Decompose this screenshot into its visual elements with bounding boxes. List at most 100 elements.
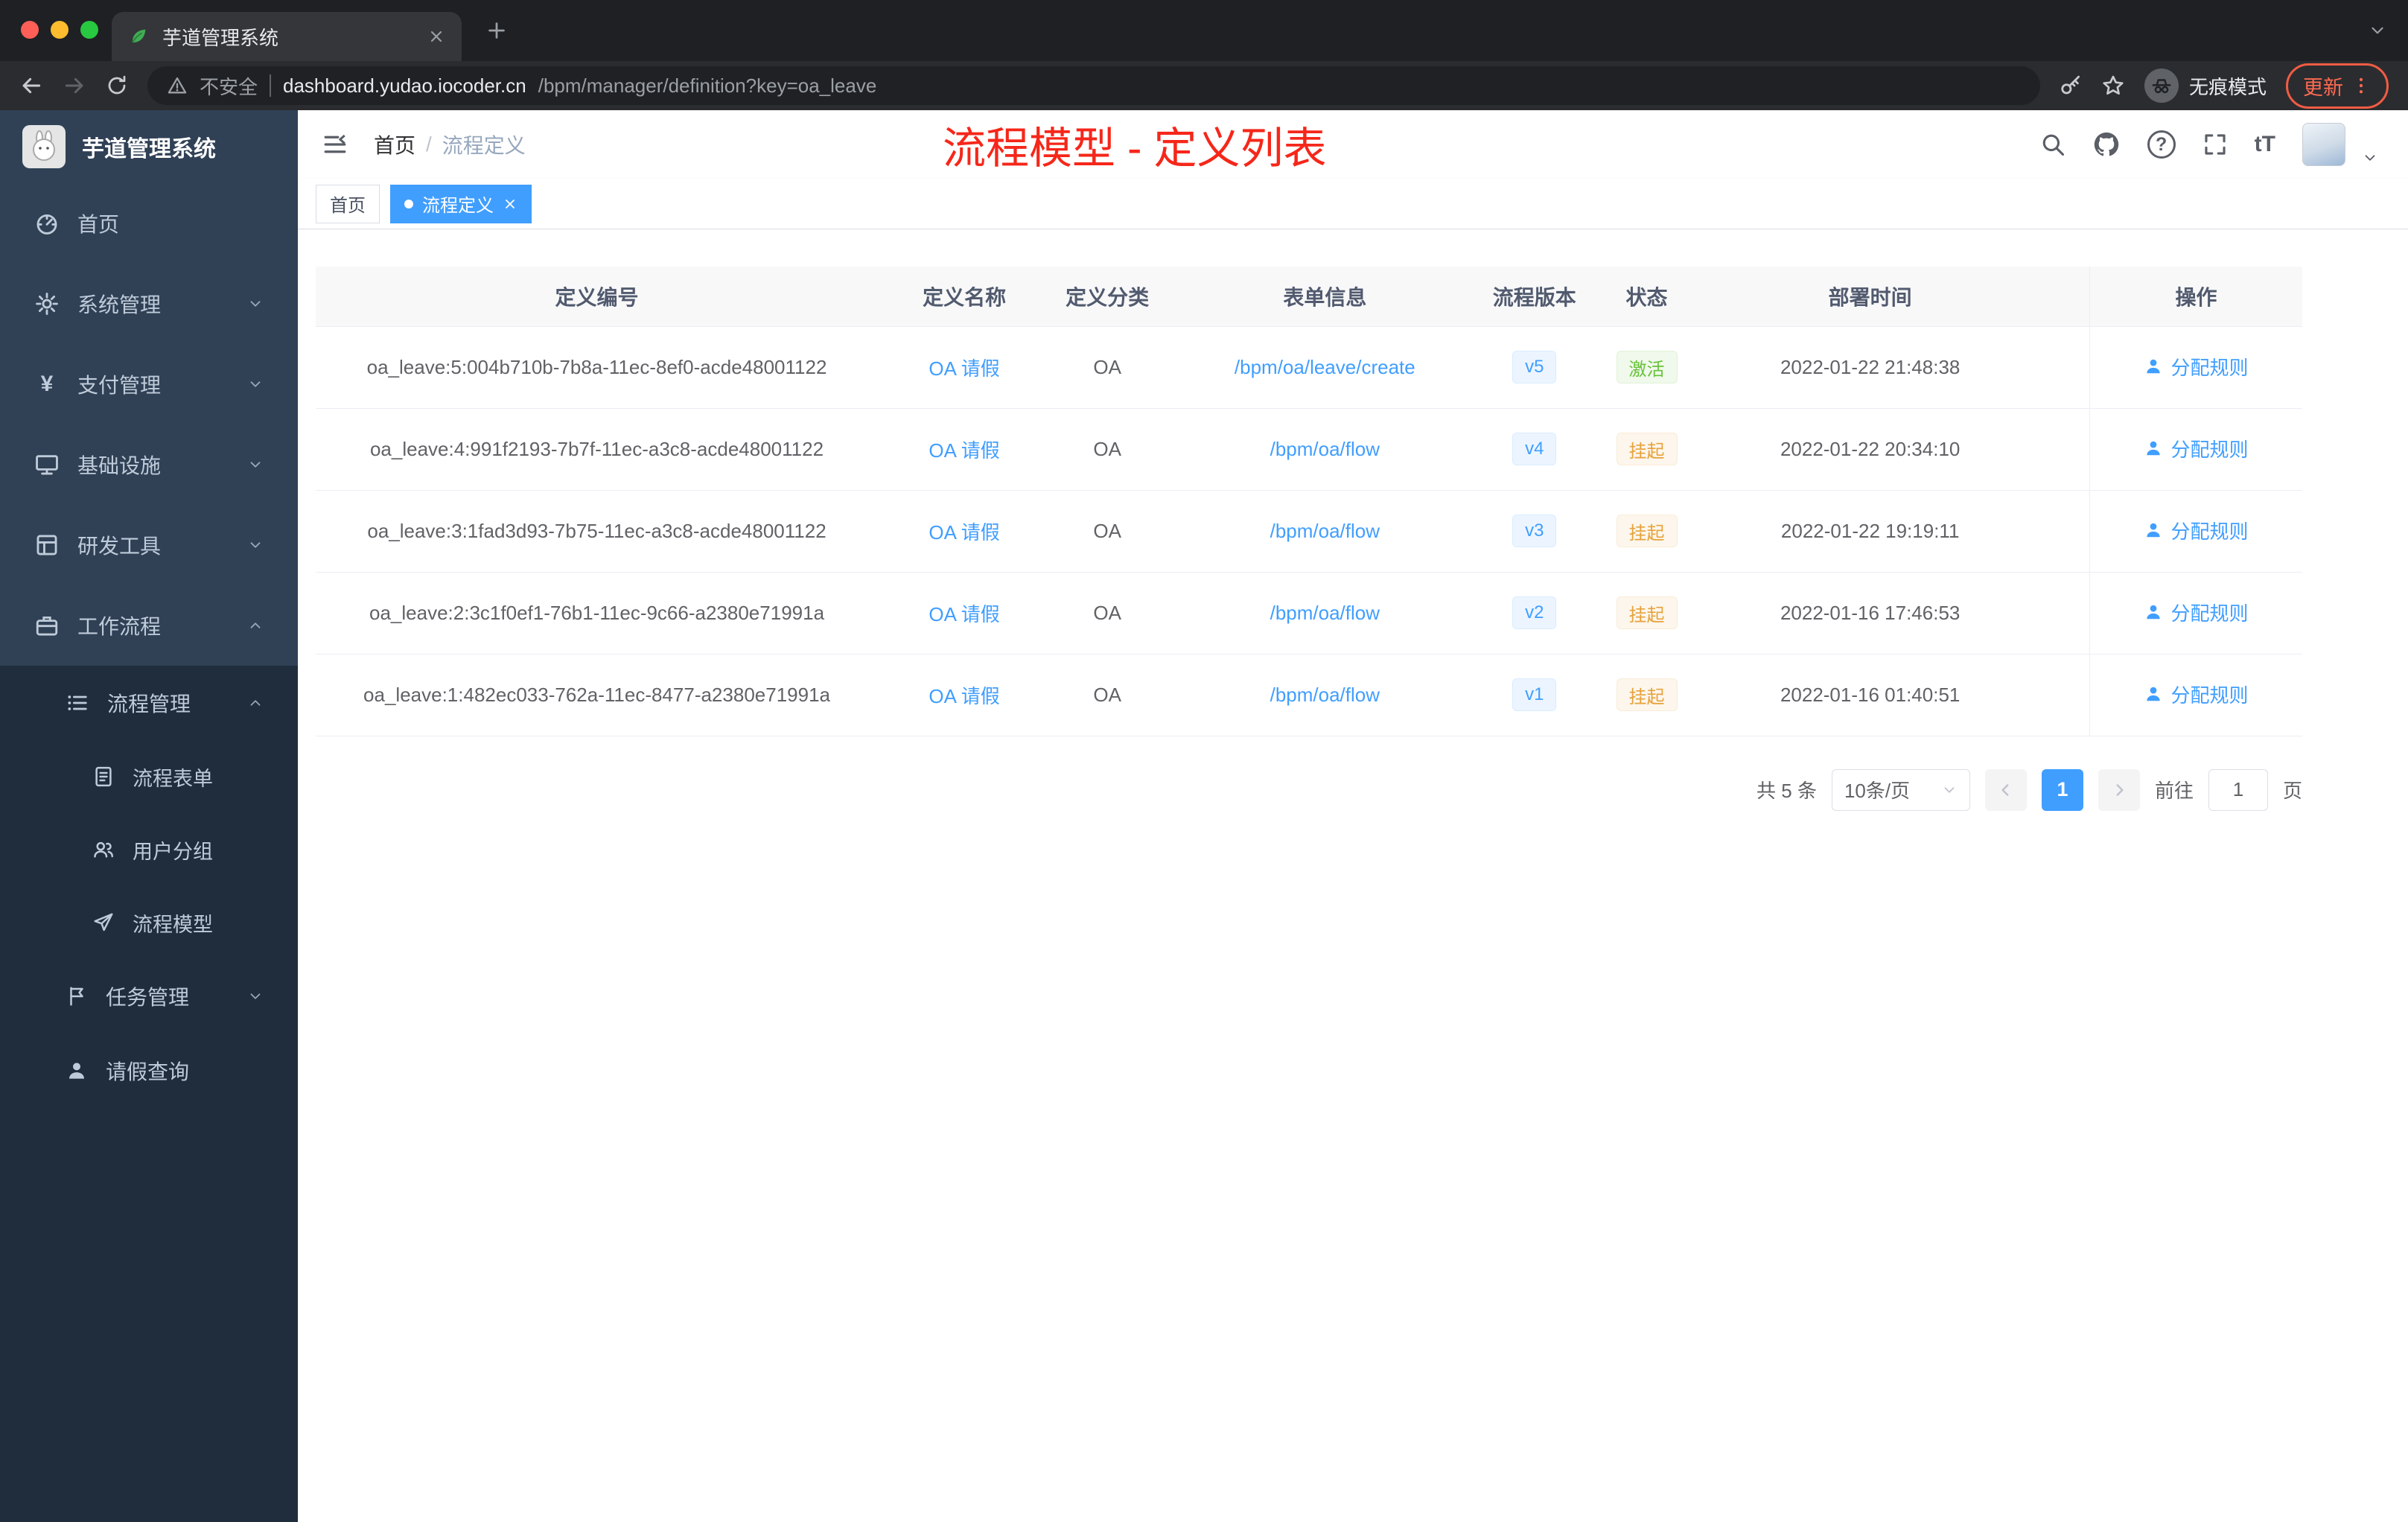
tab-favicon-icon	[128, 26, 149, 47]
table-row: oa_leave:1:482ec033-762a-11ec-8477-a2380…	[316, 654, 2302, 736]
briefcase-icon	[34, 613, 60, 638]
version-badge: v3	[1512, 515, 1557, 547]
definition-name-link[interactable]: OA 请假	[929, 603, 999, 625]
form-info-link[interactable]: /bpm/oa/flow	[1270, 602, 1380, 624]
definition-category-cell: OA	[1051, 408, 1165, 491]
person-icon	[2144, 602, 2163, 622]
filler-cell	[2030, 490, 2090, 573]
definition-category-cell: OA	[1051, 326, 1165, 409]
sidebar-item-system[interactable]: 系统管理	[0, 264, 298, 344]
sidebar-item-leave-query[interactable]: 请假查询	[0, 1034, 298, 1108]
chevron-down-icon	[1941, 782, 1958, 798]
forward-button-icon[interactable]	[63, 74, 86, 98]
definition-name-link[interactable]: OA 请假	[929, 685, 999, 707]
sidebar-item-devtools[interactable]: 研发工具	[0, 505, 298, 585]
window-zoom-button[interactable]	[80, 21, 98, 39]
avatar-caret-down-icon[interactable]	[2362, 150, 2378, 166]
incognito-label: 无痕模式	[2188, 75, 2267, 98]
app-header: 首页 / 流程定义 流程模型 - 定义列表 ? tT	[298, 110, 2408, 179]
security-label: 不安全	[200, 75, 258, 98]
toolbox-icon	[34, 532, 60, 558]
sidebar-item-user-group[interactable]: 用户分组	[0, 813, 298, 886]
assign-rule-button[interactable]: 分配规则	[2144, 517, 2248, 544]
definition-name-link[interactable]: OA 请假	[929, 357, 999, 380]
url-divider	[270, 74, 272, 97]
sidebar-item-label: 支付管理	[77, 374, 162, 397]
assign-rule-button[interactable]: 分配规则	[2144, 353, 2248, 380]
page-number-button[interactable]: 1	[2041, 768, 2083, 811]
font-size-icon[interactable]: tT	[2255, 132, 2275, 157]
col-process-version: 流程版本	[1485, 267, 1584, 327]
tag-close-icon[interactable]	[503, 197, 517, 211]
next-page-button[interactable]	[2098, 768, 2140, 811]
reload-button-icon[interactable]	[106, 74, 128, 97]
sidebar-item-process-management[interactable]: 流程管理	[0, 666, 298, 740]
kebab-menu-icon[interactable]	[2351, 75, 2372, 96]
sidebar-item-label: 流程模型	[133, 913, 213, 936]
browser-update-button[interactable]: 更新	[2286, 63, 2389, 109]
flag-icon	[66, 985, 88, 1007]
user-avatar[interactable]	[2302, 123, 2345, 166]
status-badge: 挂起	[1616, 596, 1678, 629]
sidebar-item-infrastructure[interactable]: 基础设施	[0, 424, 298, 505]
sidebar-item-process-form[interactable]: 流程表单	[0, 740, 298, 813]
users-icon	[92, 838, 115, 861]
sidebar-item-workflow[interactable]: 工作流程	[0, 585, 298, 666]
form-info-link[interactable]: /bpm/oa/flow	[1270, 520, 1380, 542]
table-row: oa_leave:2:3c1f0ef1-76b1-11ec-9c66-a2380…	[316, 572, 2302, 655]
col-definition-category: 定义分类	[1051, 267, 1165, 327]
person-icon	[2144, 520, 2163, 540]
page-size-select[interactable]: 10条/页	[1831, 768, 1970, 811]
bookmark-star-icon[interactable]	[2101, 74, 2125, 98]
logo-avatar	[22, 125, 66, 168]
form-info-link[interactable]: /bpm/oa/flow	[1270, 684, 1380, 706]
tab-search-button[interactable]	[2368, 21, 2387, 40]
sidebar-item-process-model[interactable]: 流程模型	[0, 886, 298, 959]
address-bar[interactable]: 不安全 dashboard.yudao.iocoder.cn/bpm/manag…	[147, 66, 2040, 105]
assign-rule-label: 分配规则	[2170, 520, 2249, 543]
breadcrumb-home-link[interactable]: 首页	[374, 130, 415, 159]
active-tag-dot	[404, 199, 413, 208]
assign-rule-button[interactable]: 分配规则	[2144, 681, 2248, 708]
search-icon[interactable]	[2040, 132, 2065, 157]
sidebar-logo[interactable]: 芋道管理系统	[0, 110, 298, 183]
password-key-icon[interactable]	[2060, 74, 2082, 97]
sidebar-item-label: 流程表单	[133, 767, 213, 790]
tag-home[interactable]: 首页	[316, 184, 380, 223]
person-icon	[2144, 684, 2163, 704]
form-info-link[interactable]: /bpm/oa/flow	[1270, 438, 1380, 460]
sidebar-filler	[0, 1108, 298, 1522]
status-badge: 挂起	[1616, 678, 1678, 711]
main-content: 定义编号 定义名称 定义分类 表单信息 流程版本 状态 部署时间 操作 oa_l…	[298, 229, 2408, 1522]
assign-rule-button[interactable]: 分配规则	[2144, 435, 2248, 462]
chevron-down-icon	[2368, 21, 2387, 40]
sidebar-item-task-management[interactable]: 任务管理	[0, 959, 298, 1034]
sidebar: 芋道管理系统 首页 系统管理 ¥ 支付管理 基础设施 研发工具 工作流程 流程管…	[0, 110, 298, 1522]
definition-id-cell: oa_leave:3:1fad3d93-7b75-11ec-a3c8-acde4…	[316, 490, 879, 573]
new-tab-button[interactable]	[485, 19, 508, 42]
browser-tab[interactable]: 芋道管理系统	[112, 12, 462, 61]
goto-page-input[interactable]	[2208, 768, 2268, 811]
back-button-icon[interactable]	[19, 74, 43, 98]
fullscreen-icon[interactable]	[2202, 132, 2228, 157]
definition-name-link[interactable]: OA 请假	[929, 439, 999, 462]
browser-chrome: 芋道管理系统 不安全 dashboard.yudao.iocoder.cn/bp…	[0, 0, 2408, 110]
definition-name-link[interactable]: OA 请假	[929, 521, 999, 544]
sidebar-item-payment[interactable]: ¥ 支付管理	[0, 344, 298, 424]
sidebar-fold-icon[interactable]	[322, 131, 348, 158]
deploy-time-cell: 2022-01-16 17:46:53	[1710, 572, 2030, 655]
sidebar-item-home[interactable]: 首页	[0, 183, 298, 264]
github-icon[interactable]	[2092, 130, 2121, 159]
sidebar-item-label: 任务管理	[106, 986, 190, 1009]
window-minimize-button[interactable]	[51, 21, 69, 39]
chevron-left-icon	[1996, 780, 2016, 800]
form-info-link[interactable]: /bpm/oa/leave/create	[1235, 356, 1415, 378]
assign-rule-button[interactable]: 分配规则	[2144, 599, 2248, 626]
prev-page-button[interactable]	[1984, 768, 2027, 811]
page-size-value: 10条/页	[1844, 780, 1911, 802]
rabbit-logo-icon	[26, 129, 62, 165]
window-close-button[interactable]	[21, 21, 39, 39]
tag-process-definition[interactable]: 流程定义	[390, 184, 532, 223]
tab-close-icon[interactable]	[427, 28, 445, 45]
help-icon[interactable]: ?	[2147, 130, 2176, 159]
